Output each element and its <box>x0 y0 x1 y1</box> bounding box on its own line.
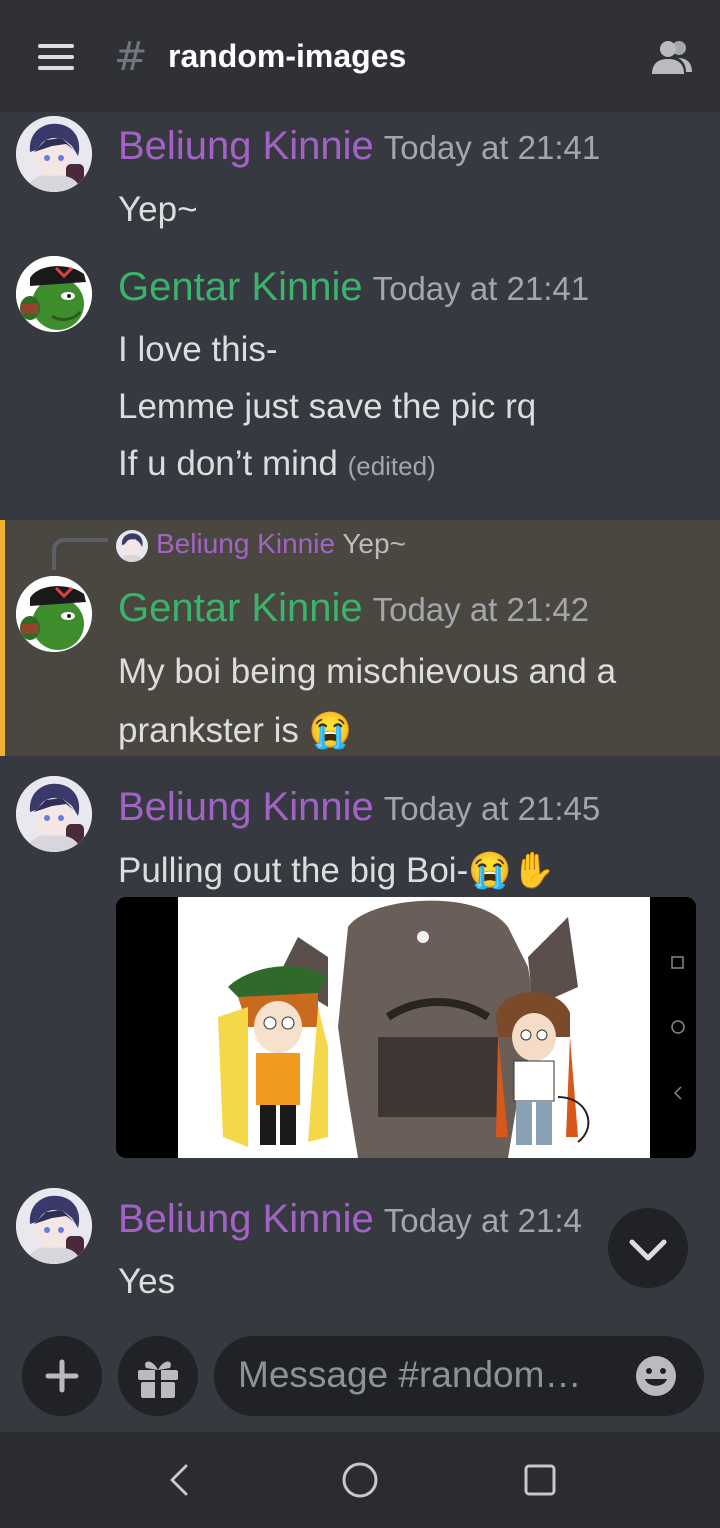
message-text: prankster is 😭 <box>118 711 353 750</box>
reply-snippet: Yep~ <box>342 528 406 559</box>
user-avatar[interactable] <box>16 1188 92 1264</box>
user-avatar[interactable] <box>16 576 92 652</box>
hamburger-menu-icon[interactable] <box>38 44 74 70</box>
members-icon[interactable] <box>648 38 694 76</box>
message-text: I love this- <box>118 330 278 369</box>
home-icon[interactable] <box>340 1460 380 1500</box>
attachment-image <box>178 897 650 1158</box>
plus-icon <box>45 1359 79 1393</box>
avatar-image <box>16 776 92 852</box>
message-input-placeholder: Message #random… <box>238 1354 582 1395</box>
reply-author: Beliung Kinnie <box>156 528 336 559</box>
message-timestamp: Today at 21:42 <box>372 591 590 628</box>
avatar-image <box>16 1188 92 1264</box>
emoji-icon[interactable] <box>634 1354 678 1398</box>
reply-reference[interactable]: Beliung Kinnie Yep~ <box>116 528 406 562</box>
edited-label: (edited) <box>347 451 436 481</box>
gift-button[interactable] <box>118 1336 198 1416</box>
jump-to-present-button[interactable] <box>608 1208 688 1288</box>
message-timestamp: Today at 21:4 <box>383 1202 582 1239</box>
message-text: Pulling out the big Boi-😭✋ <box>118 851 556 890</box>
channel-title: random-images <box>168 38 407 74</box>
message-author[interactable]: Beliung Kinnie <box>118 1197 374 1241</box>
user-avatar[interactable] <box>16 256 92 332</box>
message-timestamp: Today at 21:41 <box>372 270 590 307</box>
message-text: Yep~ <box>118 190 198 229</box>
message-text: Yes <box>118 1262 176 1301</box>
message-timestamp: Today at 21:41 <box>383 129 601 166</box>
user-avatar[interactable] <box>16 776 92 852</box>
reply-connector <box>52 538 108 570</box>
reply-avatar <box>116 529 148 562</box>
channel-header: # random-images <box>0 0 720 112</box>
message-composer: Message #random… <box>0 1326 720 1432</box>
message-text: If u don’t mind <box>118 444 338 483</box>
chevron-down-icon <box>629 1239 667 1261</box>
image-attachment[interactable] <box>116 897 696 1158</box>
message-author[interactable]: Gentar Kinnie <box>118 265 363 309</box>
message-text: Lemme just save the pic rq <box>118 387 537 426</box>
add-attachment-button[interactable] <box>22 1336 102 1416</box>
system-navigation-bar <box>0 1432 720 1528</box>
recents-icon[interactable] <box>522 1462 558 1498</box>
back-icon[interactable] <box>164 1462 196 1498</box>
message-author[interactable]: Gentar Kinnie <box>118 586 363 630</box>
avatar-image <box>16 116 92 192</box>
message-author[interactable]: Beliung Kinnie <box>118 785 374 829</box>
message-input[interactable]: Message #random… <box>214 1336 704 1416</box>
message-author[interactable]: Beliung Kinnie <box>118 124 374 168</box>
user-avatar[interactable] <box>16 116 92 192</box>
avatar-image <box>16 576 92 652</box>
message-timestamp: Today at 21:45 <box>383 790 601 827</box>
phone-nav-buttons <box>671 956 685 1100</box>
message-text: My boi being mischievous and a <box>118 652 617 691</box>
gift-icon <box>138 1361 178 1398</box>
channel-hash-icon: # <box>114 34 148 80</box>
avatar-image <box>16 256 92 332</box>
